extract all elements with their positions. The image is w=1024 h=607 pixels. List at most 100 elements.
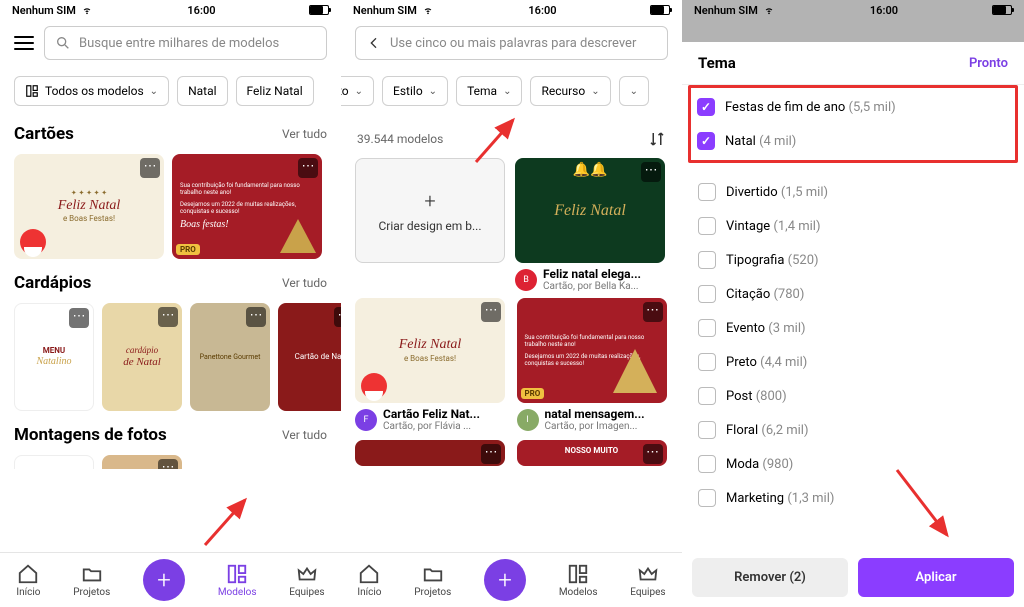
see-all-cartoes[interactable]: Ver tudo [282, 127, 327, 141]
remove-button[interactable]: Remover (2) [692, 558, 848, 597]
checkbox-icon[interactable] [698, 353, 716, 371]
back-icon[interactable] [366, 35, 382, 51]
apply-button[interactable]: Aplicar [858, 558, 1014, 597]
card-menu-icon[interactable]: ⋯ [158, 307, 178, 327]
filter-partial[interactable]: to⌄ [341, 76, 374, 106]
create-fab[interactable]: + [143, 559, 185, 601]
card-menu-icon[interactable]: ⋯ [641, 162, 661, 182]
search-placeholder: Use cinco ou mais palavras para descreve… [390, 36, 636, 51]
nav-projects[interactable]: Projetos [73, 563, 110, 598]
chevron-down-icon: ⌄ [591, 86, 599, 97]
see-all-montagens[interactable]: Ver tudo [282, 428, 327, 442]
tree-icon [613, 349, 657, 393]
template-card[interactable]: ⋯ Feliz Natal e Boas Festas! [355, 298, 505, 403]
theme-option[interactable]: Vintage (1,4 mil) [692, 209, 1014, 243]
theme-option[interactable]: Citação (780) [692, 277, 1014, 311]
filter-recurso[interactable]: Recurso⌄ [530, 76, 610, 106]
card-menu-icon[interactable]: ⋯ [334, 307, 341, 327]
card-menu-icon[interactable]: ⋯ [140, 158, 160, 178]
annotation-highlight: Festas de fim de ano (5,5 mil) Natal (4 … [688, 85, 1018, 163]
card-menu-icon[interactable]: ⋯ [69, 308, 89, 328]
theme-option[interactable]: Post (800) [692, 379, 1014, 413]
theme-option[interactable]: Moda (980) [692, 447, 1014, 481]
battery-icon [309, 5, 329, 15]
nav-projects[interactable]: Projetos [414, 563, 451, 598]
template-card[interactable]: ⋯ [355, 440, 505, 466]
template-author: Cartão, por Imagen... [545, 421, 645, 432]
checkbox-icon[interactable] [698, 489, 716, 507]
theme-option[interactable]: Divertido (1,5 mil) [692, 175, 1014, 209]
theme-option[interactable]: Preto (4,4 mil) [692, 345, 1014, 379]
search-placeholder: Busque entre milhares de modelos [79, 36, 279, 51]
clock-label: 16:00 [870, 4, 898, 17]
card-menu-icon[interactable]: ⋯ [481, 444, 501, 464]
avatar: B [515, 269, 537, 291]
filter-all-models[interactable]: Todos os modelos ⌄ [14, 76, 169, 106]
theme-option[interactable]: Tipografia (520) [692, 243, 1014, 277]
template-card[interactable]: ⋯ 🔔🔔 Feliz Natal [515, 158, 665, 263]
wifi-icon [80, 5, 94, 15]
template-card[interactable]: ⋯ [102, 455, 182, 469]
template-author: Cartão, por Bella Ka... [543, 281, 641, 292]
filter-tema[interactable]: Tema⌄ [456, 76, 522, 106]
filter-more[interactable]: ⌄ [619, 76, 649, 106]
theme-option[interactable]: Evento (3 mil) [692, 311, 1014, 345]
pro-badge: PRO [176, 244, 200, 255]
nav-home[interactable]: Início [357, 563, 381, 598]
card-menu-icon[interactable]: ⋯ [246, 307, 266, 327]
chip-feliz-natal[interactable]: Feliz Natal [236, 76, 314, 106]
theme-option-natal[interactable]: Natal (4 mil) [691, 124, 1015, 158]
template-title: Cartão Feliz Nat... [383, 407, 480, 421]
card-menu-icon[interactable]: ⋯ [298, 158, 318, 178]
done-button[interactable]: Pronto [969, 56, 1008, 71]
checkbox-icon[interactable] [698, 387, 716, 405]
crown-icon [296, 563, 318, 585]
card-menu-icon[interactable]: ⋯ [158, 459, 178, 469]
checkbox-icon[interactable] [697, 132, 715, 150]
checkbox-icon[interactable] [698, 421, 716, 439]
checkbox-icon[interactable] [698, 251, 716, 269]
sort-icon[interactable] [648, 130, 666, 148]
checkbox-icon[interactable] [698, 455, 716, 473]
checkbox-icon[interactable] [698, 217, 716, 235]
search-input[interactable]: Use cinco ou mais palavras para descreve… [355, 26, 668, 60]
battery-icon [992, 5, 1012, 15]
template-card[interactable]: ⋯ Sua contribuição foi fundamental para … [517, 298, 667, 403]
card-menu-icon[interactable]: ⋯ [643, 444, 663, 464]
card-menu-icon[interactable]: ⋯ [481, 302, 501, 322]
template-card[interactable]: ⋯ Panettone Gourmet [190, 303, 270, 411]
section-title-cardapios: Cardápios [14, 273, 91, 293]
card-menu-icon[interactable]: ⋯ [643, 302, 663, 322]
create-fab[interactable]: + [484, 559, 526, 601]
nav-teams[interactable]: Equipes [630, 563, 665, 598]
theme-option[interactable]: Floral (6,2 mil) [692, 413, 1014, 447]
template-card[interactable]: ⋯ Cartão de Na [278, 303, 341, 411]
templates-icon [567, 563, 589, 585]
template-card[interactable]: ⋯ MENU Natalino [14, 303, 94, 411]
pro-badge: PRO [521, 388, 545, 399]
template-card[interactable]: ⋯ ✦ ✦ ✦ ✦ ✦ Feliz Natal e Boas Festas! [14, 154, 164, 259]
template-card[interactable]: ⋯ cardápio de Natal [102, 303, 182, 411]
theme-option-festas[interactable]: Festas de fim de ano (5,5 mil) [691, 90, 1015, 124]
create-design-card[interactable]: + Criar design em b... [355, 158, 505, 263]
theme-option[interactable]: Marketing (1,3 mil) [692, 481, 1014, 515]
template-author: Cartão, por Flávia ... [383, 421, 480, 432]
menu-button[interactable] [14, 36, 34, 50]
checkbox-icon[interactable] [698, 285, 716, 303]
screen-templates-list: Nenhum SIM 16:00 Use cinco ou mais palav… [341, 0, 682, 607]
nav-models[interactable]: Modelos [559, 563, 598, 598]
template-card[interactable]: ⋯ Sua contribuição foi fundamental para … [172, 154, 322, 259]
nav-models[interactable]: Modelos [218, 563, 257, 598]
search-input[interactable]: Busque entre milhares de modelos [44, 26, 327, 60]
nav-teams[interactable]: Equipes [289, 563, 324, 598]
chip-natal[interactable]: Natal [177, 76, 227, 106]
checkbox-icon[interactable] [698, 183, 716, 201]
checkbox-icon[interactable] [698, 319, 716, 337]
template-card[interactable]: ⋯ NOSSO MUITO [517, 440, 667, 466]
template-card[interactable] [14, 455, 94, 469]
nav-home[interactable]: Início [16, 563, 40, 598]
see-all-cardapios[interactable]: Ver tudo [282, 276, 327, 290]
checkbox-icon[interactable] [697, 98, 715, 116]
filter-estilo[interactable]: Estilo⌄ [382, 76, 448, 106]
result-count: 39.544 modelos [357, 132, 443, 146]
